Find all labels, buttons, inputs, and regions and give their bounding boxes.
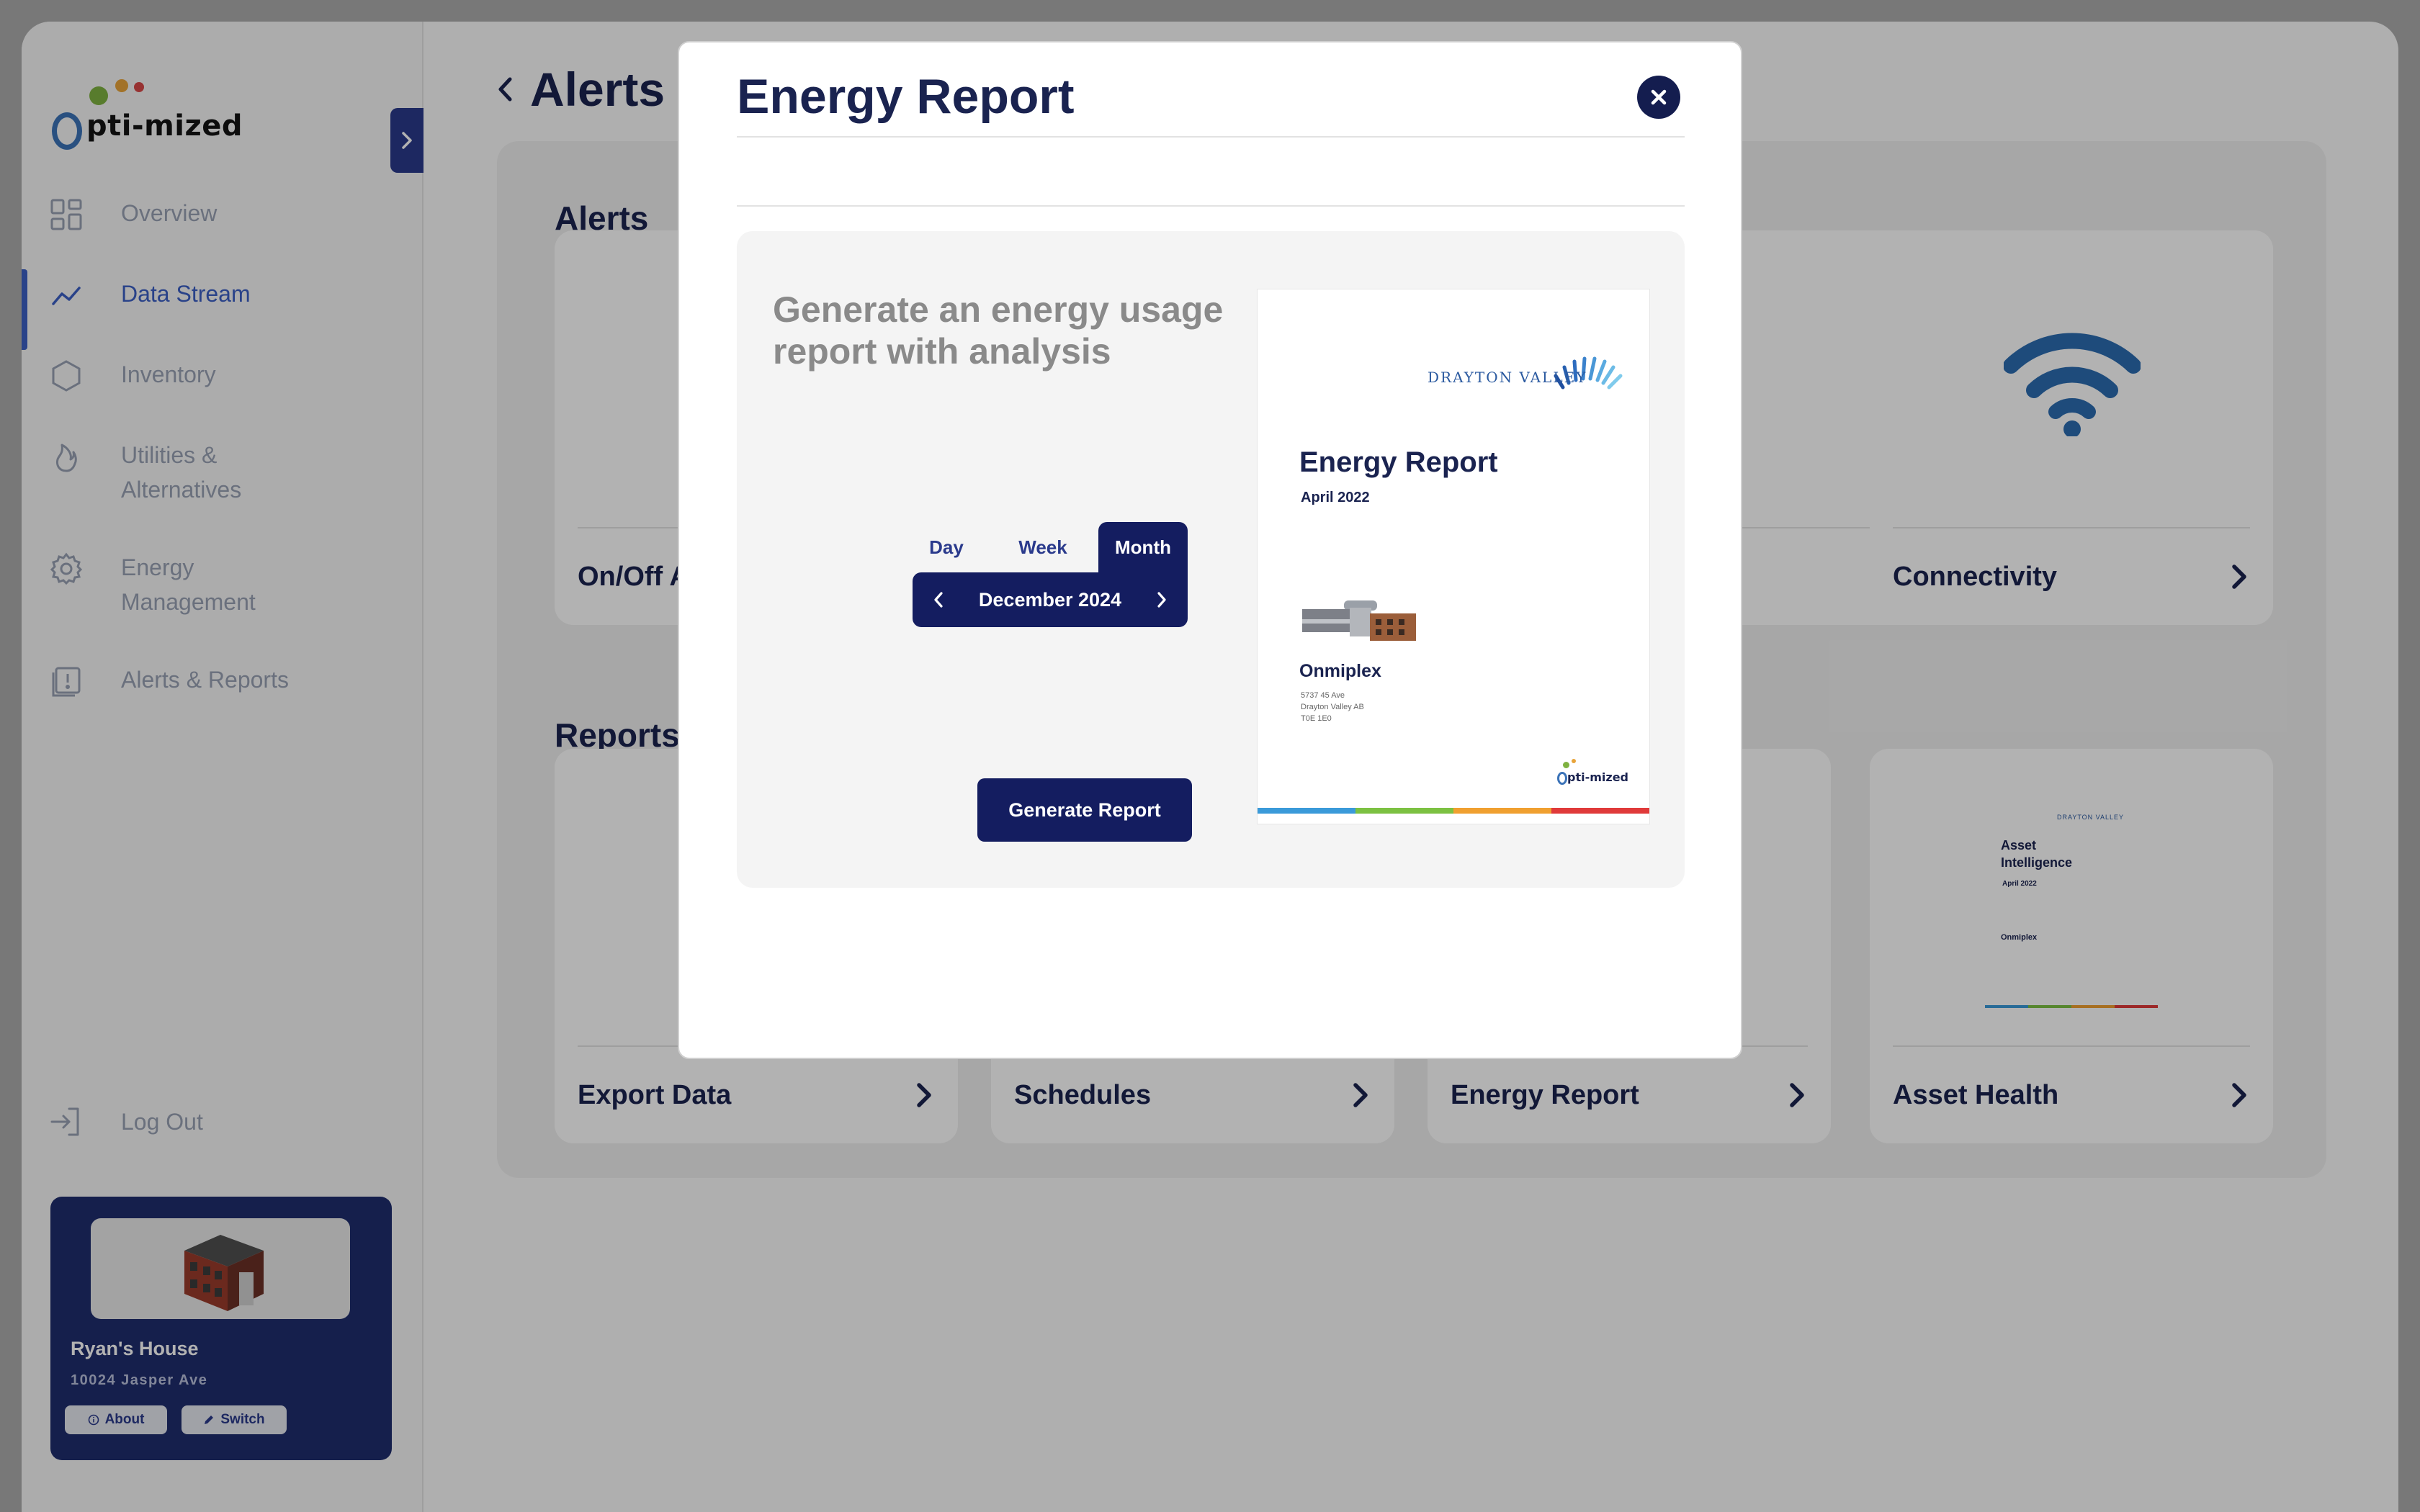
modal-divider-bottom xyxy=(737,205,1685,207)
period-selector: Day Week Month December 2024 xyxy=(913,522,1188,627)
modal-title: Energy Report xyxy=(737,69,1075,124)
preview-logo-text: pti-mized xyxy=(1567,770,1628,784)
tab-week[interactable]: Week xyxy=(996,522,1090,572)
preview-title: Energy Report xyxy=(1299,446,1498,478)
period-label: December 2024 xyxy=(978,588,1122,611)
energy-report-modal: Energy Report Generate an energy usage r… xyxy=(678,41,1742,1059)
report-generator-card: Generate an energy usage report with ana… xyxy=(737,231,1685,888)
preview-address-line: 5737 45 Ave xyxy=(1301,691,1345,700)
building-photo xyxy=(1302,600,1416,641)
modal-divider-top xyxy=(737,136,1685,138)
preview-date: April 2022 xyxy=(1301,490,1370,505)
preview-site: Onmiplex xyxy=(1299,661,1381,681)
close-icon xyxy=(1651,89,1667,105)
preview-address-line: Drayton Valley AB xyxy=(1301,703,1364,711)
report-heading: Generate an energy usage report with ana… xyxy=(773,289,1224,372)
close-button[interactable] xyxy=(1637,76,1680,119)
preview-address: 5737 45 Ave Drayton Valley AB T0E 1E0 xyxy=(1301,690,1364,724)
report-preview: DRAYTON VALLEY Energy Report April 2022 … xyxy=(1257,289,1650,824)
preview-color-stripe xyxy=(1258,808,1649,814)
tab-month[interactable]: Month xyxy=(1098,522,1188,572)
next-period-chevron-icon[interactable] xyxy=(1156,591,1168,608)
tab-day[interactable]: Day xyxy=(913,522,980,572)
prev-period-chevron-icon[interactable] xyxy=(933,591,944,608)
period-navigator: December 2024 xyxy=(913,572,1188,627)
preview-brand: DRAYTON VALLEY xyxy=(1428,369,1587,386)
generate-report-button[interactable]: Generate Report xyxy=(977,778,1192,842)
preview-address-line: T0E 1E0 xyxy=(1301,714,1332,723)
